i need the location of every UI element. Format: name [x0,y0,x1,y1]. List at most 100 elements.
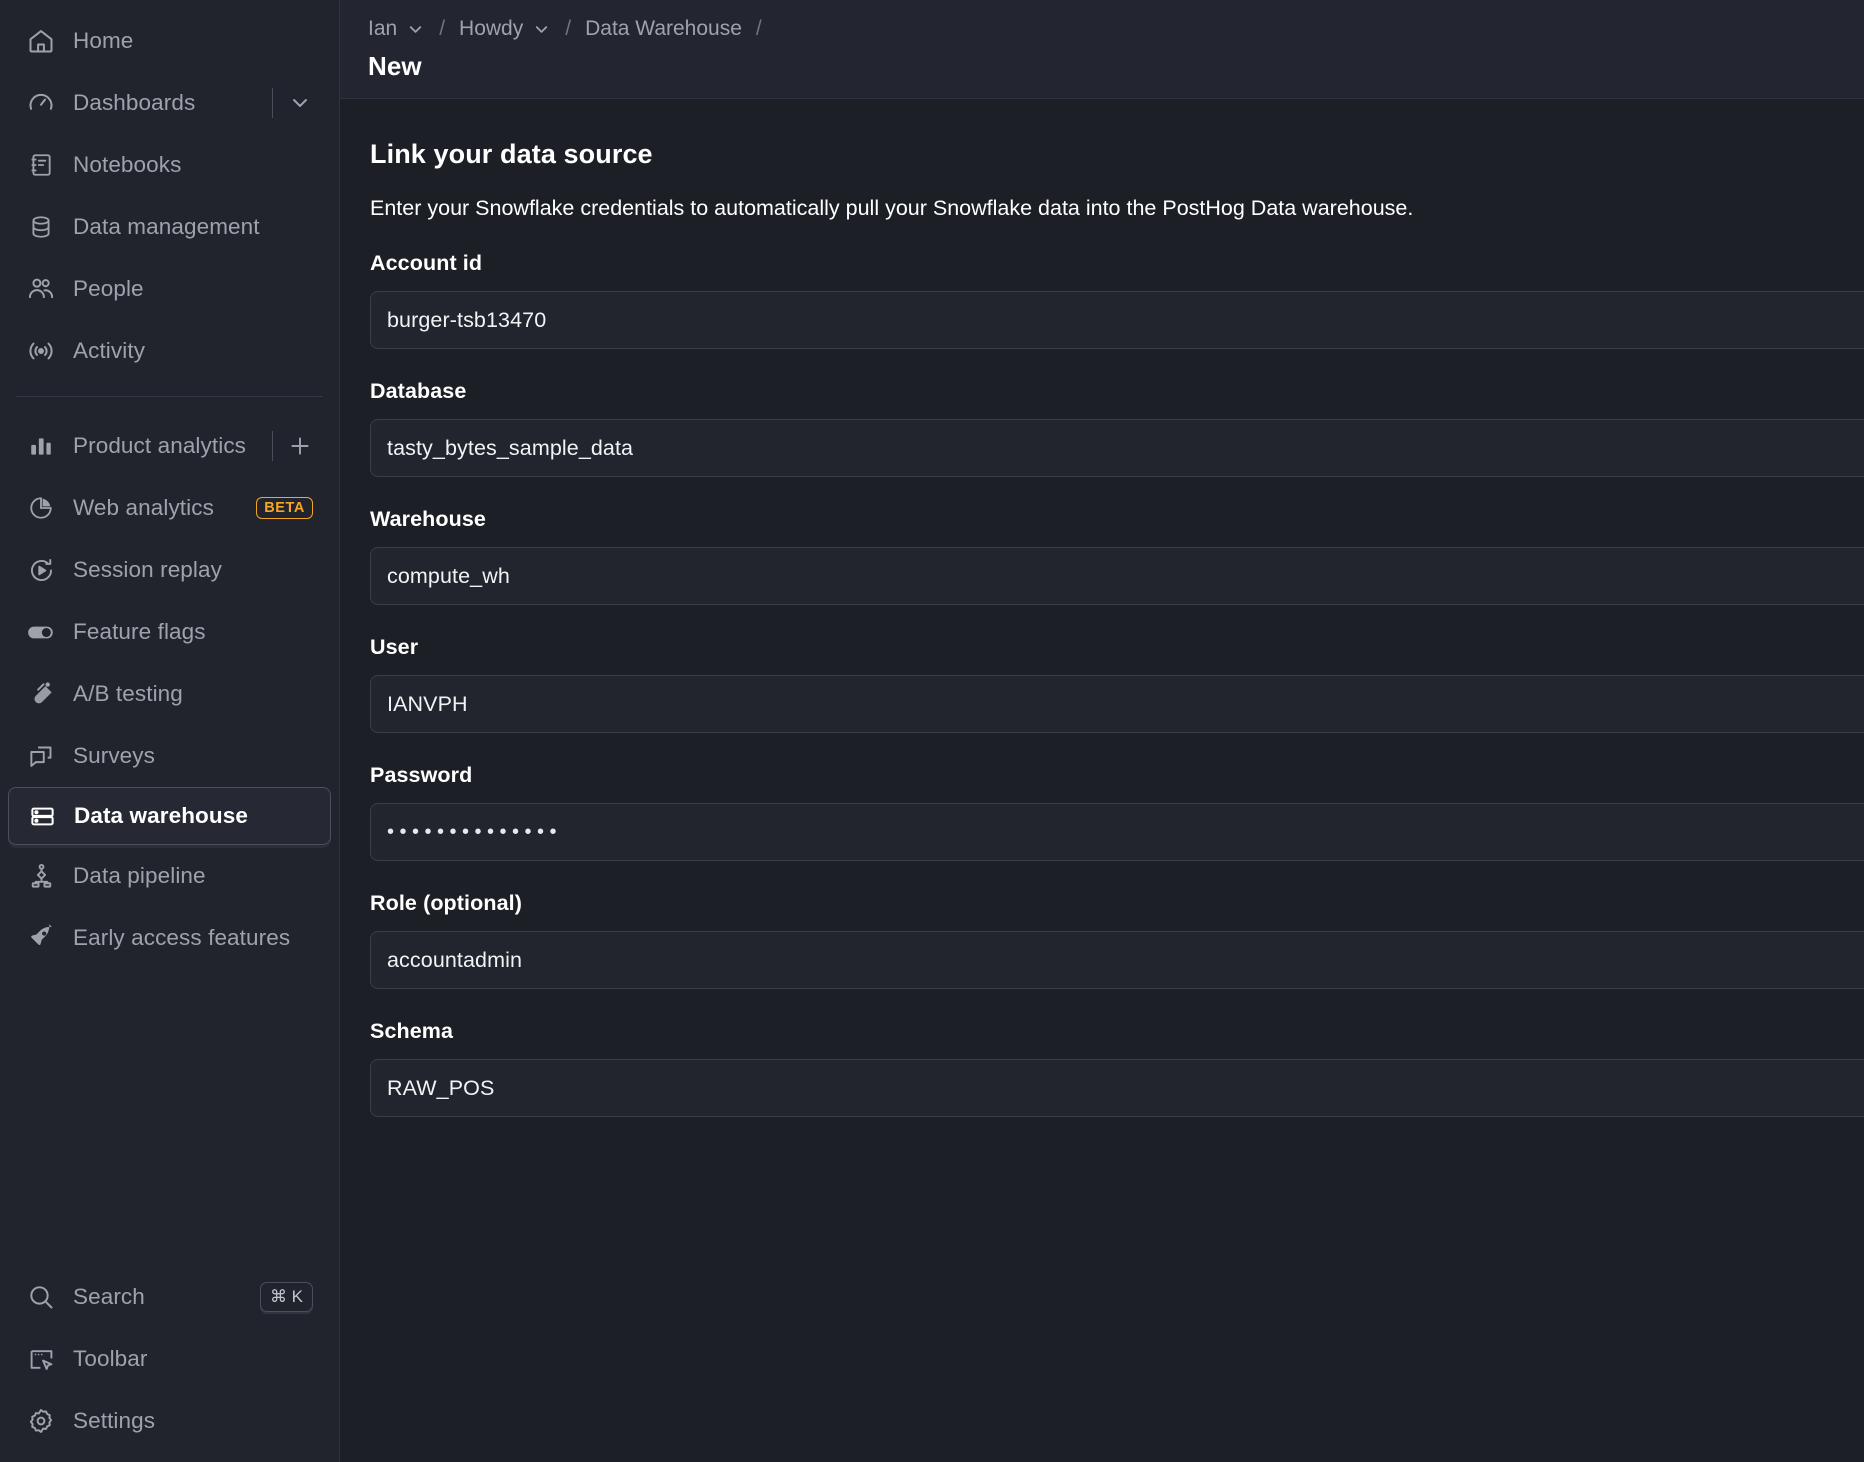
breadcrumb-separator: / [439,17,446,40]
sidebar-divider [16,396,323,397]
field-label: Role (optional) [370,891,522,915]
password-input[interactable]: •••••••••••••• [370,803,1864,861]
play-replay-icon [26,555,56,585]
people-icon [26,274,56,304]
sidebar-item-early-access-features[interactable]: Early access features [8,907,331,969]
home-icon [26,26,56,56]
field-label: Warehouse [370,507,486,531]
flask-icon [26,679,56,709]
sidebar-primary-group: Home Dashboards Notebooks Data managemen… [0,0,339,382]
account-id-input[interactable]: burger-tsb13470 [370,291,1864,349]
breadcrumb-separator: / [565,17,572,40]
form-description: Enter your Snowflake credentials to auto… [370,196,1414,220]
chat-bubbles-icon [26,741,56,771]
sidebar-item-people[interactable]: People [8,258,331,320]
input-value: tasty_bytes_sample_data [387,435,634,460]
notebook-icon [26,150,56,180]
breadcrumb-item-project[interactable]: Ian [368,17,425,41]
divider [272,431,273,461]
sidebar-item-label: Activity [73,338,146,363]
sidebar-item-search[interactable]: Search ⌘ K [8,1266,331,1328]
app-root: Home Dashboards Notebooks Data managemen… [0,0,1864,1462]
sidebar-item-label: Session replay [73,557,222,582]
sidebar-item-feature-flags[interactable]: Feature flags [8,601,331,663]
sidebar-product-group: Product analytics Web analytics BETA Ses… [0,407,339,969]
field-label: Password [370,763,473,787]
field-database: Database tasty_bytes_sample_data [370,379,1864,477]
sidebar-bottom-group: Search ⌘ K Toolbar Settings [0,1258,339,1462]
user-input[interactable]: IANVPH [370,675,1864,733]
input-value: compute_wh [387,563,510,588]
sidebar-item-label: Surveys [73,743,155,768]
input-value: RAW_POS [387,1075,495,1100]
sidebar-item-data-management[interactable]: Data management [8,196,331,258]
field-account-id: Account id burger-tsb13470 [370,251,1864,349]
chevron-down-icon[interactable] [532,20,551,39]
server-icon [27,801,57,831]
sidebar-item-surveys[interactable]: Surveys [8,725,331,787]
plus-icon[interactable] [287,433,313,459]
input-value: accountadmin [387,947,523,972]
field-schema: Schema RAW_POS [370,1019,1864,1117]
gauge-icon [26,88,56,118]
sidebar-item-web-analytics[interactable]: Web analytics BETA [8,477,331,539]
sidebar-item-ab-testing[interactable]: A/B testing [8,663,331,725]
sidebar-item-label: Settings [73,1408,156,1433]
pipeline-icon [26,861,56,891]
sidebar-item-data-pipeline[interactable]: Data pipeline [8,845,331,907]
divider [272,88,273,118]
input-value: burger-tsb13470 [387,307,547,332]
sidebar-search-actions: ⌘ K [259,1282,313,1312]
chevron-down-icon[interactable] [287,90,313,116]
breadcrumb-item-data-warehouse[interactable]: Data Warehouse [585,17,742,41]
rocket-icon [26,923,56,953]
search-icon [26,1282,56,1312]
breadcrumb-label: Howdy [459,17,524,40]
breadcrumb-label: Data Warehouse [585,17,742,40]
form-title: Link your data source [370,139,653,169]
sidebar-item-toolbar[interactable]: Toolbar [8,1328,331,1390]
chevron-down-icon[interactable] [406,20,425,39]
sidebar-item-label: Product analytics [73,433,247,458]
sidebar-item-label: Data management [73,214,260,239]
sidebar-item-dashboards[interactable]: Dashboards [8,72,331,134]
toggle-icon [26,617,56,647]
sidebar-item-home[interactable]: Home [8,10,331,72]
sidebar-item-label: Search [73,1284,145,1309]
topbar: Ian / Howdy / Data Warehouse / New [340,0,1864,98]
toolbar-icon [26,1344,56,1374]
sidebar-item-label: Notebooks [73,152,182,177]
field-label: Account id [370,251,483,275]
sidebar-item-data-warehouse[interactable]: Data warehouse [8,787,331,845]
sidebar-item-activity[interactable]: Activity [8,320,331,382]
sidebar-item-label: Toolbar [73,1346,148,1371]
pie-chart-icon [26,493,56,523]
warehouse-input[interactable]: compute_wh [370,547,1864,605]
sidebar-item-settings[interactable]: Settings [8,1390,331,1452]
field-label: Database [370,379,467,403]
breadcrumb-item-team[interactable]: Howdy [459,17,551,41]
sidebar: Home Dashboards Notebooks Data managemen… [0,0,340,1462]
sidebar-item-label: Data pipeline [73,863,206,888]
page-title: New [368,51,422,81]
input-value: •••••••••••••• [387,820,563,843]
field-label: Schema [370,1019,454,1043]
field-user: User IANVPH [370,635,1864,733]
sidebar-item-label: People [73,276,144,301]
field-role: Role (optional) accountadmin [370,891,1864,989]
sidebar-item-notebooks[interactable]: Notebooks [8,134,331,196]
sidebar-item-label: Feature flags [73,619,206,644]
sidebar-item-session-replay[interactable]: Session replay [8,539,331,601]
sidebar-item-product-analytics[interactable]: Product analytics [8,415,331,477]
main-content: Ian / Howdy / Data Warehouse / New Link … [340,0,1864,1462]
schema-input[interactable]: RAW_POS [370,1059,1864,1117]
sidebar-item-label: Data warehouse [74,803,248,828]
sidebar-item-label: A/B testing [73,681,183,706]
sidebar-web-analytics-actions: BETA [256,497,313,519]
sidebar-dashboards-actions [272,88,313,118]
beta-badge: BETA [256,497,313,519]
sidebar-item-label: Web analytics [73,495,214,520]
database-input[interactable]: tasty_bytes_sample_data [370,419,1864,477]
role-input[interactable]: accountadmin [370,931,1864,989]
sidebar-item-label: Home [73,28,134,53]
